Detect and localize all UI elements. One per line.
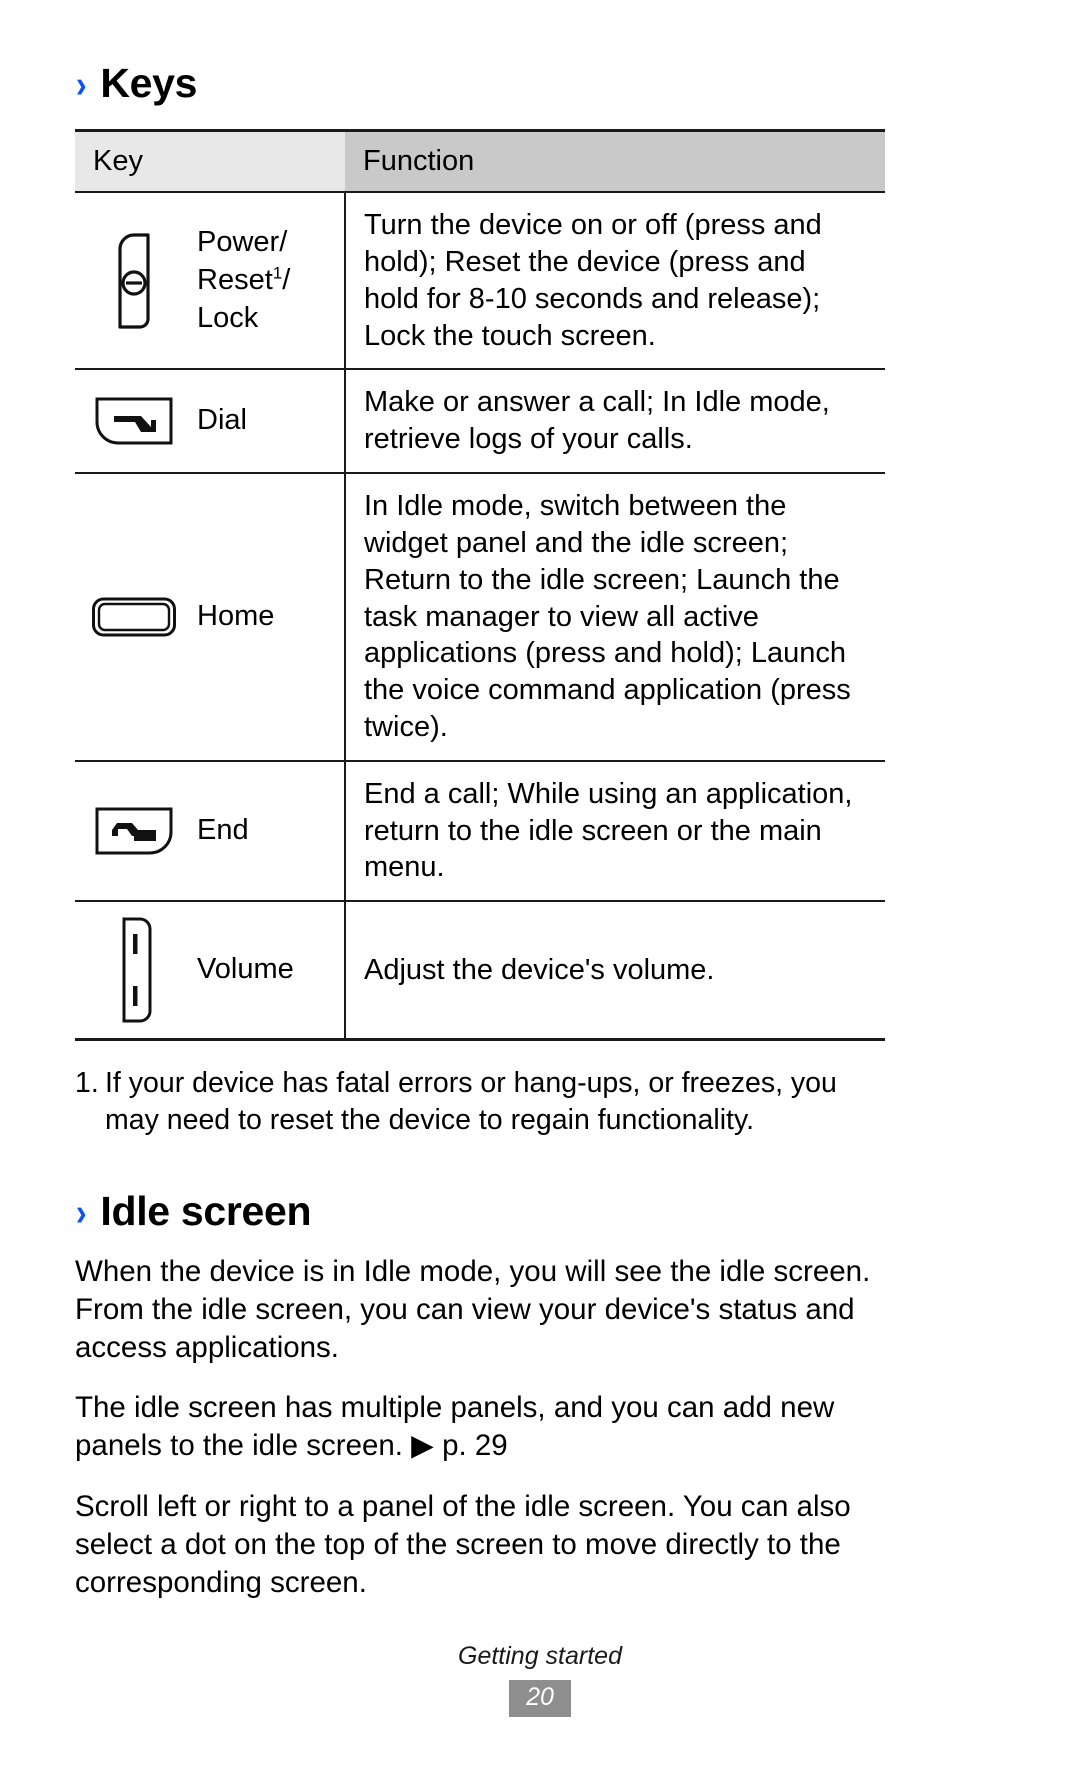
table-row: End End a call; While using an applicati… [75, 760, 885, 903]
key-cell: Volume [75, 901, 346, 1042]
key-label-line: Lock [197, 301, 259, 334]
key-label: Dial [197, 404, 247, 437]
function-cell: In Idle mode, switch between the widget … [345, 473, 885, 762]
idle-screen-paragraph: Scroll left or right to a panel of the i… [75, 1489, 851, 1599]
idle-screen-paragraph: The idle screen has multiple panels, and… [75, 1391, 835, 1463]
keys-section-heading: › Keys [75, 60, 1005, 106]
chevron-right-icon: › [75, 1192, 87, 1235]
dial-key-icon [75, 396, 193, 446]
key-label: Volume [197, 953, 294, 986]
key-cell: End [75, 760, 346, 903]
footnote: 1. If your device has fatal errors or ha… [75, 1065, 885, 1138]
key-label-line: Reset [197, 263, 273, 296]
page-number-badge: 20 [509, 1680, 571, 1717]
footnote-marker: 1 [272, 263, 283, 283]
table-row: Dial Make or answer a call; In Idle mode… [75, 369, 885, 475]
key-label: Power/ Reset1/ Lock [197, 226, 291, 334]
column-header-function: Function [345, 129, 885, 194]
end-key-icon [75, 806, 193, 856]
idle-screen-section-heading: › Idle screen [75, 1190, 1005, 1233]
footnote-text: If your device has fatal errors or hang-… [105, 1067, 837, 1136]
volume-key-icon [75, 916, 193, 1024]
key-label: Home [197, 600, 275, 633]
function-cell: Adjust the device's volume. [345, 901, 885, 1042]
keys-table: Key Function Power/ Reset1/ Lock Turn th… [75, 129, 885, 1042]
idle-screen-paragraph: When the device is in Idle mode, you wil… [75, 1255, 871, 1365]
function-cell: End a call; While using an application, … [345, 760, 885, 903]
footnote-number: 1. [75, 1067, 99, 1100]
key-cell: Home [75, 473, 346, 762]
key-cell: Dial [75, 369, 346, 475]
function-cell: Make or answer a call; In Idle mode, ret… [345, 369, 885, 475]
table-row: Home In Idle mode, switch between the wi… [75, 473, 885, 762]
keys-heading-text: Keys [100, 60, 198, 106]
footer-chapter-label: Getting started [458, 1642, 622, 1670]
key-cell: Power/ Reset1/ Lock [75, 192, 346, 371]
page-footer: Getting started 20 [0, 1642, 1080, 1717]
home-key-icon [75, 595, 193, 639]
function-cell: Turn the device on or off (press and hol… [345, 192, 885, 371]
power-key-icon [75, 229, 193, 333]
table-header-row: Key Function [75, 129, 885, 194]
column-header-key: Key [75, 129, 345, 194]
table-row: Power/ Reset1/ Lock Turn the device on o… [75, 192, 885, 371]
idle-screen-heading-text: Idle screen [100, 1188, 312, 1235]
chevron-right-icon: › [75, 64, 87, 106]
key-label: End [197, 814, 249, 847]
table-row: Volume Adjust the device's volume. [75, 901, 885, 1042]
key-label-line: Power/ [197, 226, 288, 259]
manual-page: › Keys Key Function Power/ Reset1/ Lock … [0, 0, 1080, 1771]
